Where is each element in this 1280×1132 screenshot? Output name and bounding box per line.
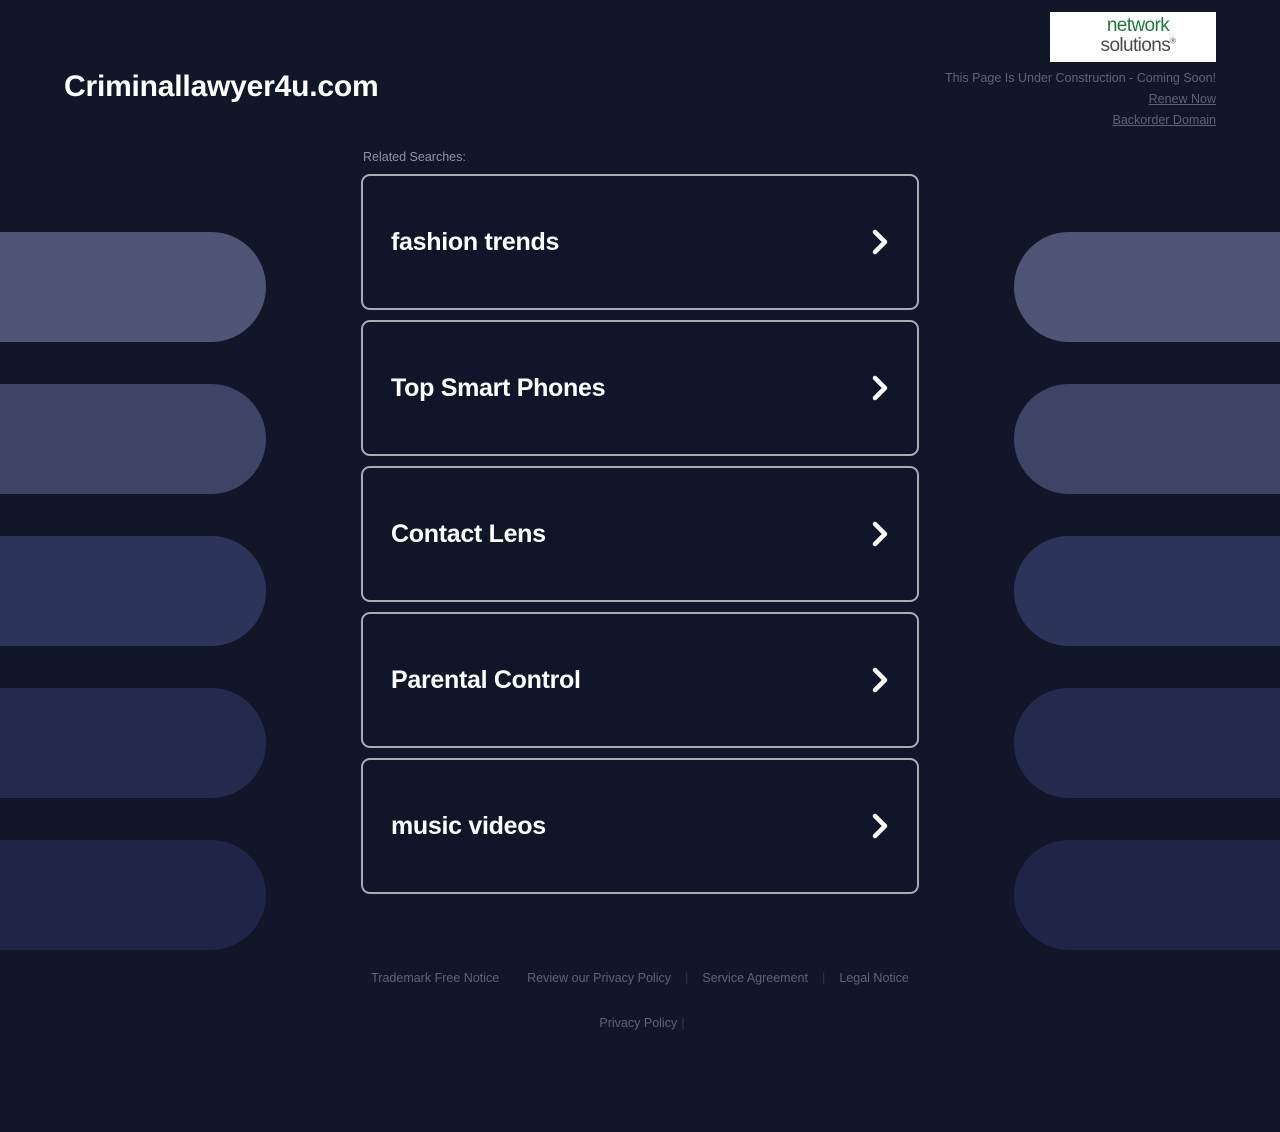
site-title: Criminallawyer4u.com (64, 70, 378, 104)
search-card-title: Top Smart Phones (363, 374, 605, 403)
decorative-pill-right-1 (1014, 232, 1280, 342)
privacy-policy-link[interactable]: Privacy Policy (595, 1016, 681, 1030)
search-card-title: music videos (363, 812, 546, 841)
page-header: Criminallawyer4u.com network solutions® … (0, 0, 1280, 150)
footer-link-trademark-free-notice[interactable]: Trademark Free Notice (357, 971, 513, 985)
search-card[interactable]: Top Smart Phones (361, 320, 919, 456)
decorative-pill-left-5 (0, 840, 266, 950)
chevron-right-icon[interactable] (867, 665, 893, 695)
search-card[interactable]: music videos (361, 758, 919, 894)
search-card[interactable]: Contact Lens (361, 466, 919, 602)
chevron-right-icon[interactable] (867, 373, 893, 403)
backorder-domain-link[interactable]: Backorder Domain (945, 113, 1216, 127)
decorative-pill-left-4 (0, 688, 266, 798)
decorative-pill-right-4 (1014, 688, 1280, 798)
search-card[interactable]: Parental Control (361, 612, 919, 748)
page-footer: Trademark Free NoticeReview our Privacy … (0, 970, 1280, 1030)
network-solutions-logo: network solutions® (1050, 12, 1216, 62)
logo-text-solutions: solutions® (1060, 36, 1216, 55)
related-searches-section: Related Searches: fashion trends Top Smar… (361, 150, 919, 894)
search-card-title: Contact Lens (363, 520, 546, 549)
chevron-right-icon[interactable] (867, 227, 893, 257)
decorative-pill-left-2 (0, 384, 266, 494)
chevron-right-icon[interactable] (867, 519, 893, 549)
decorative-pill-left-1 (0, 232, 266, 342)
renew-now-link[interactable]: Renew Now (945, 92, 1216, 106)
footer-secondary-links: Privacy Policy | (0, 1015, 1280, 1030)
logo-text-network: network (1060, 16, 1216, 35)
footer-link-service-agreement[interactable]: Service Agreement (688, 971, 822, 985)
footer-link-legal-notice[interactable]: Legal Notice (825, 971, 923, 985)
footer-separator: | (681, 1015, 684, 1030)
search-card-title: Parental Control (363, 666, 581, 695)
decorative-pill-right-2 (1014, 384, 1280, 494)
registered-trademark-icon: ® (1170, 37, 1175, 46)
sponsor-block: network solutions® This Page Is Under Co… (945, 12, 1216, 127)
footer-link-review-our-privacy-policy[interactable]: Review our Privacy Policy (513, 971, 685, 985)
related-searches-label: Related Searches: (361, 150, 919, 164)
search-card-list: fashion trends Top Smart Phones Contact Le… (361, 174, 919, 894)
construction-notice: This Page Is Under Construction - Coming… (945, 71, 1216, 85)
search-card[interactable]: fashion trends (361, 174, 919, 310)
footer-primary-links: Trademark Free NoticeReview our Privacy … (0, 970, 1280, 985)
chevron-right-icon[interactable] (867, 811, 893, 841)
logo-text-solutions-word: solutions (1101, 35, 1171, 56)
decorative-pill-right-5 (1014, 840, 1280, 950)
decorative-pill-right-3 (1014, 536, 1280, 646)
search-card-title: fashion trends (363, 228, 559, 257)
decorative-pill-left-3 (0, 536, 266, 646)
